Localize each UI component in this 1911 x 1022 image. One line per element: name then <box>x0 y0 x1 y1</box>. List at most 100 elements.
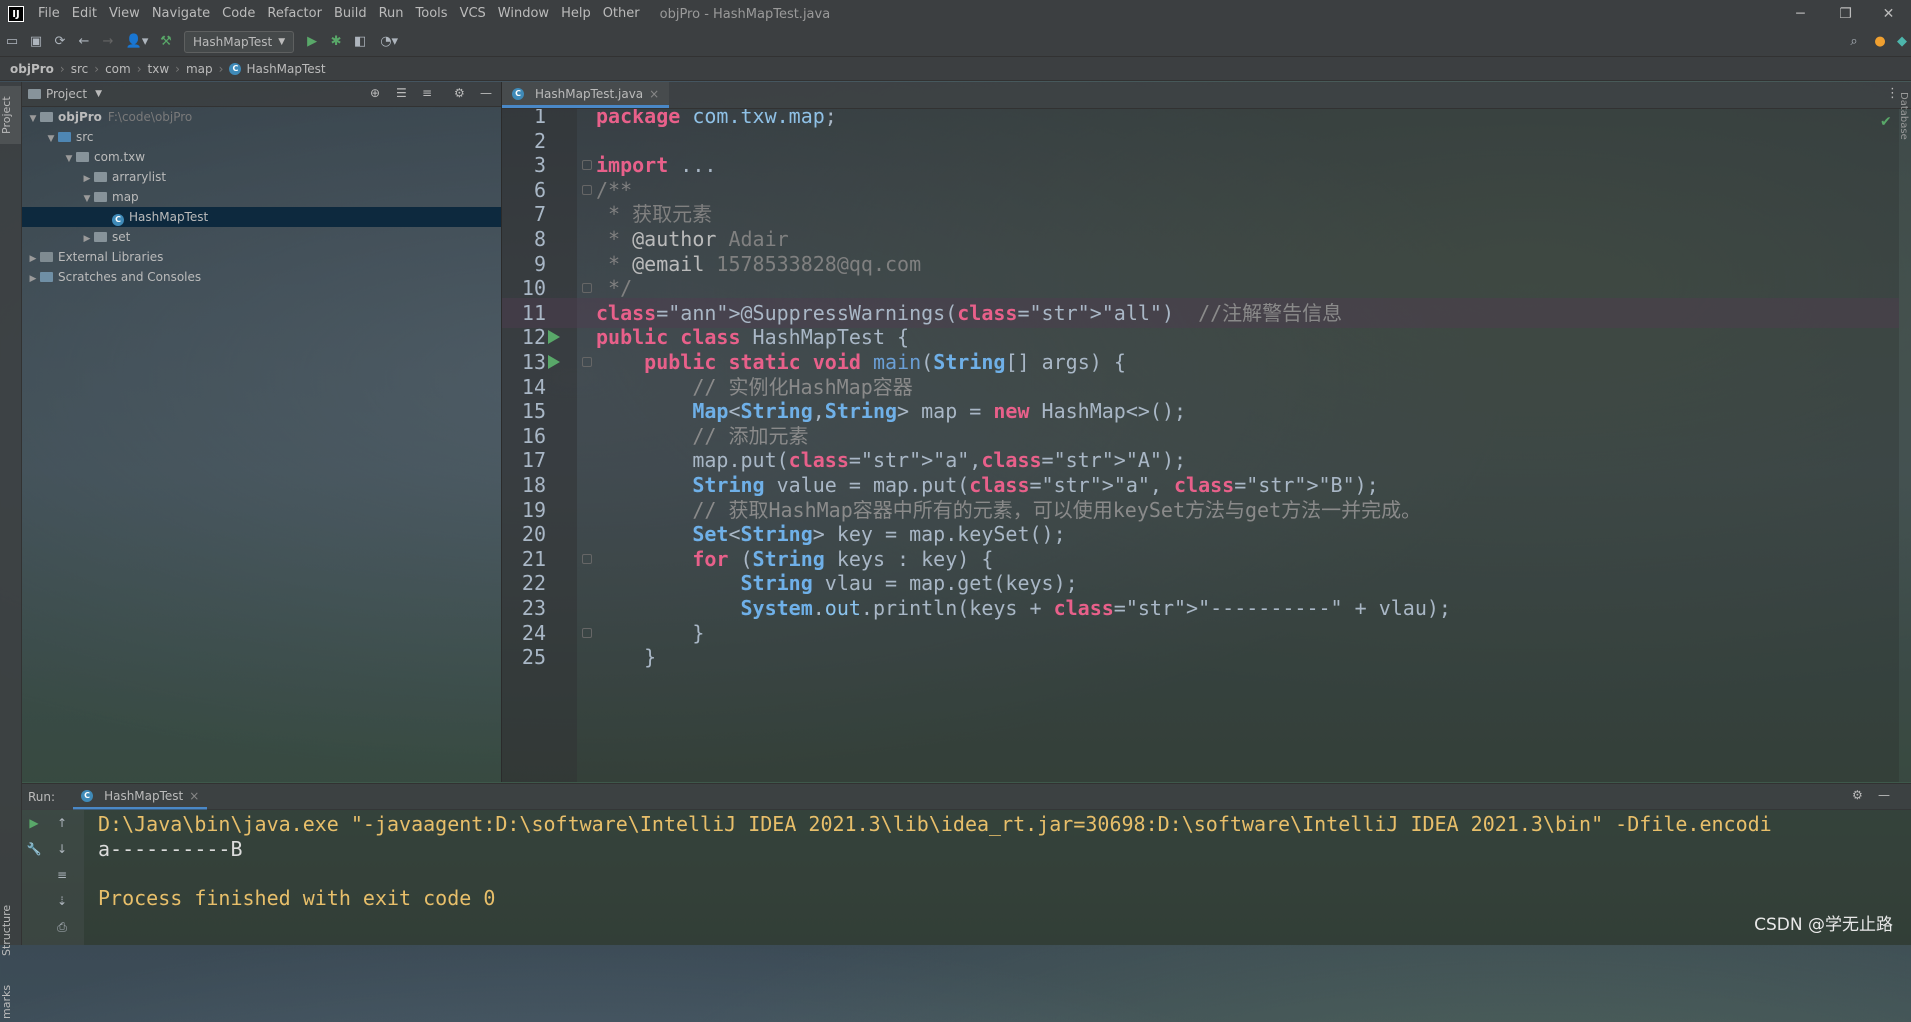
down-arrow-icon[interactable]: ↓ <box>52 839 72 859</box>
sync-icon[interactable]: ⟳ <box>48 30 72 54</box>
close-icon[interactable]: × <box>189 789 199 803</box>
fold-icon[interactable] <box>582 627 592 638</box>
print-icon[interactable]: ⎙ <box>52 917 72 937</box>
menu-vcs[interactable]: VCS <box>454 0 492 28</box>
chevron-down-icon[interactable]: ▼ <box>80 189 94 209</box>
run-toolbar: ▶ ↑ 🔧 ↓ ≡ ⇣ ⎙ <box>22 809 84 945</box>
forward-icon[interactable]: → <box>96 30 120 54</box>
menu-build[interactable]: Build <box>328 0 373 28</box>
bookmarks-tool-tab[interactable]: marks <box>0 982 21 1022</box>
tree-item-com-txw[interactable]: ▼ com.txw <box>22 147 501 167</box>
tree-item-arrarylist[interactable]: ▶ arrarylist <box>22 167 501 187</box>
chevron-right-icon[interactable]: ▶ <box>80 169 94 189</box>
menu-run[interactable]: Run <box>373 0 410 28</box>
code-editor[interactable]: 1 package com.txw.map; 2 3 import ... 6/** 7 *… <box>502 109 1899 782</box>
menu-window[interactable]: Window <box>492 0 555 28</box>
editor-scrollbar[interactable] <box>1899 109 1911 782</box>
tab-hashmaptest-java[interactable]: C HashMapTest.java × <box>502 82 670 108</box>
breadcrumb-item[interactable]: objPro <box>10 62 54 76</box>
console-line: Process finished with exit code 0 <box>98 885 496 910</box>
run-gutter-icon[interactable] <box>548 330 560 345</box>
rerun-icon[interactable]: ▶ <box>24 813 44 833</box>
wrench-icon[interactable]: 🔧 <box>24 839 44 859</box>
code-line[interactable]: 25 } <box>502 642 1899 672</box>
chevron-right-icon[interactable]: ▶ <box>80 229 94 249</box>
tree-item-src[interactable]: ▼ src <box>22 127 501 147</box>
fold-icon[interactable] <box>582 283 592 294</box>
back-icon[interactable]: ← <box>72 30 96 54</box>
run-icon[interactable]: ▶ <box>300 30 324 54</box>
expand-all-icon[interactable]: ☰ <box>396 86 407 100</box>
gear-icon[interactable]: ⚙ <box>1852 788 1863 802</box>
tree-item-objpro[interactable]: ▼ objPro F:\code\objPro <box>22 107 501 127</box>
tree-item-hashmaptest[interactable]: C HashMapTest <box>22 207 501 227</box>
restore-button[interactable]: ❐ <box>1823 0 1868 28</box>
tree-item-external-libraries[interactable]: ▶ External Libraries <box>22 247 501 267</box>
scroll-to-end-icon[interactable]: ⇣ <box>52 891 72 911</box>
run-tab-hashmaptest[interactable]: C HashMapTest × <box>73 784 208 810</box>
chevron-right-icon[interactable]: ▶ <box>26 249 40 269</box>
fold-icon[interactable] <box>582 357 592 367</box>
update-icon[interactable]: ● <box>1868 30 1892 54</box>
close-icon[interactable]: × <box>649 87 659 101</box>
breadcrumb-item[interactable]: HashMapTest <box>246 62 325 76</box>
folder-icon <box>94 192 107 202</box>
hide-panel-icon[interactable]: — <box>1878 788 1890 802</box>
tree-item-set[interactable]: ▶ set <box>22 227 501 247</box>
menu-tools[interactable]: Tools <box>410 0 454 28</box>
fold-icon[interactable] <box>582 160 592 171</box>
inspection-ok-icon[interactable]: ✔ <box>1880 114 1892 130</box>
soft-wrap-icon[interactable]: ≡ <box>52 865 72 885</box>
menu-code[interactable]: Code <box>216 0 261 28</box>
chevron-down-icon[interactable]: ▼ <box>95 89 102 99</box>
tree-item-map[interactable]: ▼ map <box>22 187 501 207</box>
breadcrumb-item[interactable]: map <box>186 62 213 76</box>
coverage-icon[interactable]: ◧ <box>348 30 372 54</box>
menu-other[interactable]: Other <box>597 0 646 28</box>
chevron-right-icon[interactable]: ▶ <box>26 269 40 289</box>
breadcrumb-item[interactable]: src <box>71 62 89 76</box>
debug-icon[interactable]: ✱ <box>324 30 348 54</box>
locate-icon[interactable]: ⊕ <box>370 86 380 100</box>
database-tool-tab[interactable]: Database <box>1898 92 1909 140</box>
menu-file[interactable]: File <box>32 0 66 28</box>
tree-item-label: External Libraries <box>58 250 164 264</box>
gear-icon[interactable]: ⚙ <box>454 86 465 100</box>
menu-refactor[interactable]: Refactor <box>261 0 328 28</box>
hide-panel-icon[interactable]: — <box>480 86 492 100</box>
tree-item-label: objPro <box>58 110 102 124</box>
close-window-button[interactable]: ✕ <box>1866 0 1911 28</box>
project-tree: ▼ objPro F:\code\objPro ▼ src ▼ com.txw ▶ arrary… <box>22 107 501 287</box>
menu-view[interactable]: View <box>103 0 146 28</box>
run-console[interactable]: D:\Java\bin\java.exe "-javaagent:D:\soft… <box>84 809 1911 945</box>
tree-item-scratches-and-consoles[interactable]: ▶ Scratches and Consoles <box>22 267 501 287</box>
collapse-all-icon[interactable]: ≡ <box>422 86 432 100</box>
up-arrow-icon[interactable]: ↑ <box>52 813 72 833</box>
build-icon[interactable]: ⚒ <box>154 30 178 54</box>
breadcrumb-item[interactable]: txw <box>148 62 170 76</box>
plugin-icon[interactable]: ◆ <box>1890 30 1911 54</box>
breadcrumb-item[interactable]: com <box>105 62 131 76</box>
project-view-label[interactable]: Project <box>46 87 87 101</box>
menu-edit[interactable]: Edit <box>66 0 103 28</box>
folder-icon[interactable]: ▭ <box>0 30 24 54</box>
chevron-down-icon[interactable]: ▼ <box>62 149 76 169</box>
user-icon[interactable]: 👤▾ <box>120 30 154 54</box>
chevron-down-icon[interactable]: ▼ <box>44 129 58 149</box>
structure-tool-tab[interactable]: Structure <box>0 900 21 960</box>
fold-icon[interactable] <box>582 553 592 564</box>
minimize-button[interactable]: ─ <box>1778 0 1823 28</box>
project-tool-tab[interactable]: Project <box>0 86 21 144</box>
window-title: objPro - HashMapTest.java <box>659 6 831 22</box>
tree-item-label: HashMapTest <box>129 210 209 224</box>
chevron-down-icon[interactable]: ▼ <box>26 109 40 129</box>
run-configuration-select[interactable]: HashMapTest ▼ <box>184 31 295 53</box>
menu-navigate[interactable]: Navigate <box>146 0 216 28</box>
run-gutter-icon[interactable] <box>548 355 560 369</box>
save-icon[interactable]: ▣ <box>24 30 48 54</box>
menu-help[interactable]: Help <box>555 0 597 28</box>
fold-icon[interactable] <box>582 184 592 195</box>
profile-icon[interactable]: ◔▾ <box>372 30 406 54</box>
breadcrumb-separator: › <box>136 61 142 76</box>
search-icon[interactable]: ⌕ <box>1842 30 1866 54</box>
